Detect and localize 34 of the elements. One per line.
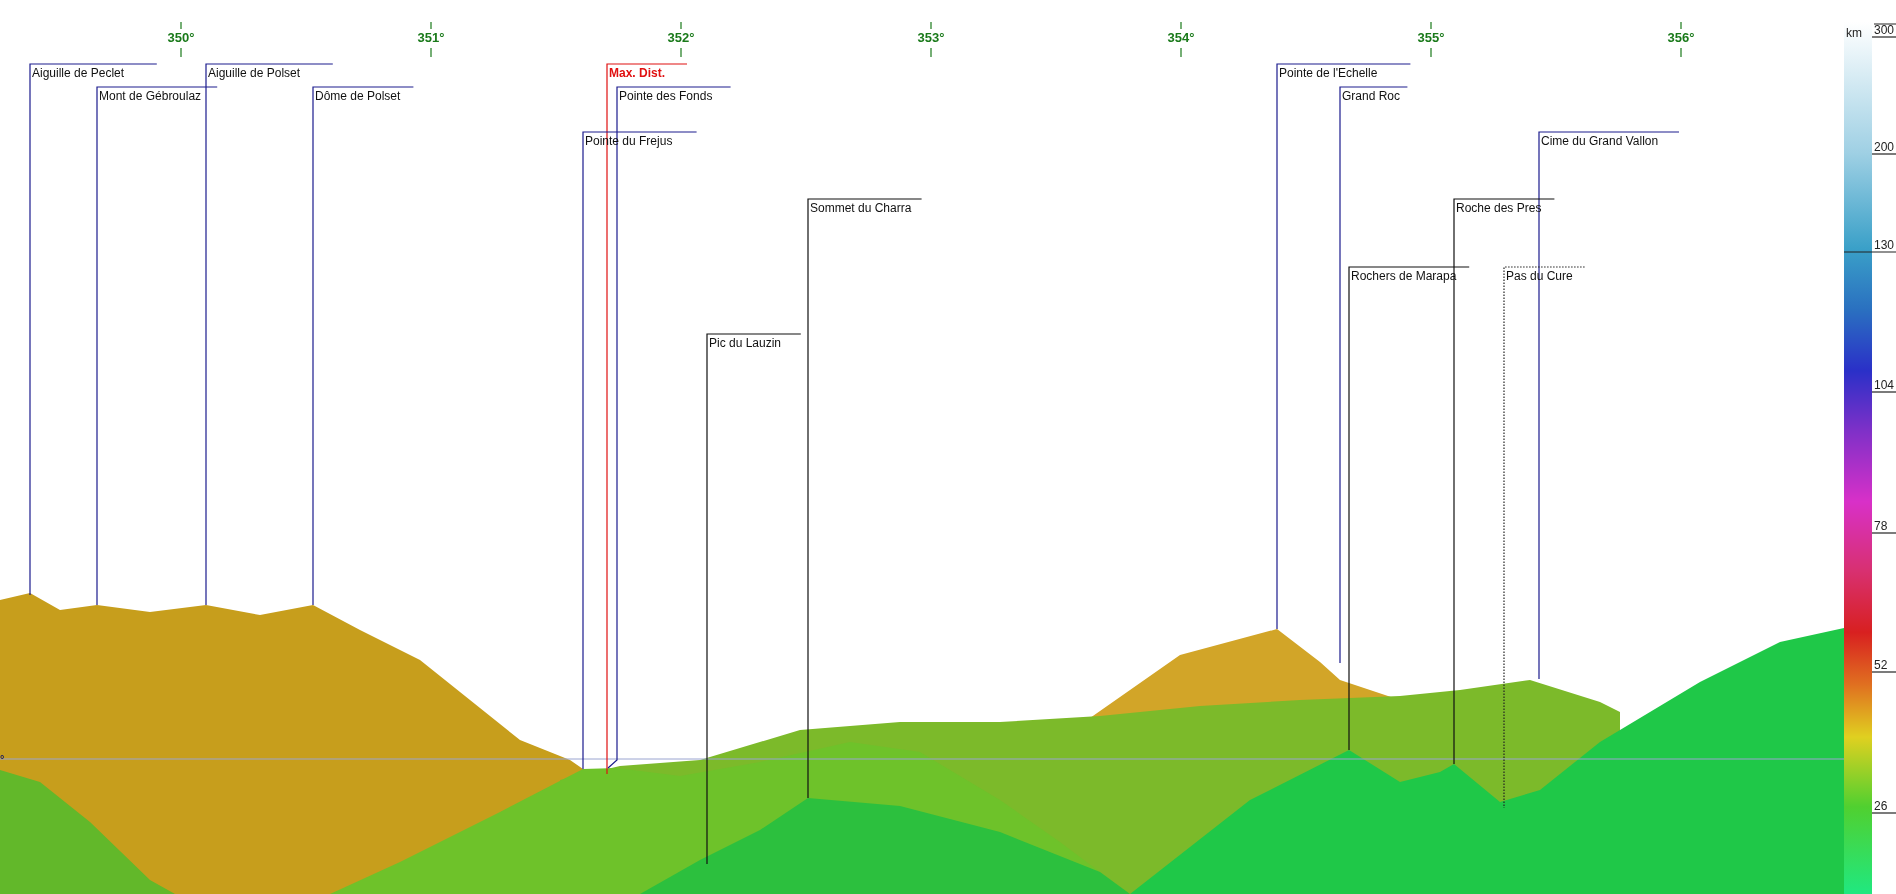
degree-tick — [180, 21, 182, 58]
horizon-degree-label: ° — [0, 753, 5, 765]
degree-label: 353° — [917, 30, 945, 45]
scale-unit: km — [1846, 26, 1862, 40]
peak-label: Max. Dist. — [609, 66, 665, 80]
scale-label: 300 — [1874, 23, 1895, 37]
peak-label: Aiguille de Polset — [208, 66, 301, 80]
degree-label: 355° — [1417, 30, 1445, 45]
peak-label: Pointe des Fonds — [619, 89, 713, 103]
degree-tick — [1430, 21, 1432, 58]
peak-label: Grand Roc — [1342, 89, 1401, 103]
scale-label: 52 — [1874, 658, 1888, 672]
scale-label: 78 — [1874, 519, 1888, 533]
scale-label: 26 — [1874, 799, 1888, 813]
degree-label: 356° — [1667, 30, 1695, 45]
degree-tick — [680, 21, 682, 58]
peak-label: Mont de Gébroulaz — [99, 89, 202, 103]
degree-label: 352° — [667, 30, 695, 45]
peak-label: Dôme de Polset — [315, 89, 401, 103]
peak-label: Pic du Lauzin — [709, 336, 782, 350]
peak-label: Pointe de l'Echelle — [1279, 66, 1378, 80]
degree-label: 350° — [167, 30, 195, 45]
degree-tick — [1680, 21, 1682, 58]
scale-label: 104 — [1874, 378, 1895, 392]
degree-label: 351° — [417, 30, 445, 45]
degree-tick — [1180, 21, 1182, 58]
peak-label: Cime du Grand Vallon — [1541, 134, 1659, 148]
peak-label: Aiguille de Peclet — [32, 66, 125, 80]
degree-label: 354° — [1167, 30, 1195, 45]
degree-tick — [430, 21, 432, 58]
degree-tick — [930, 21, 932, 58]
peak-label: Sommet du Charra — [810, 201, 912, 215]
scale-label: 130 — [1874, 238, 1895, 252]
scale-label: 200 — [1874, 140, 1895, 154]
